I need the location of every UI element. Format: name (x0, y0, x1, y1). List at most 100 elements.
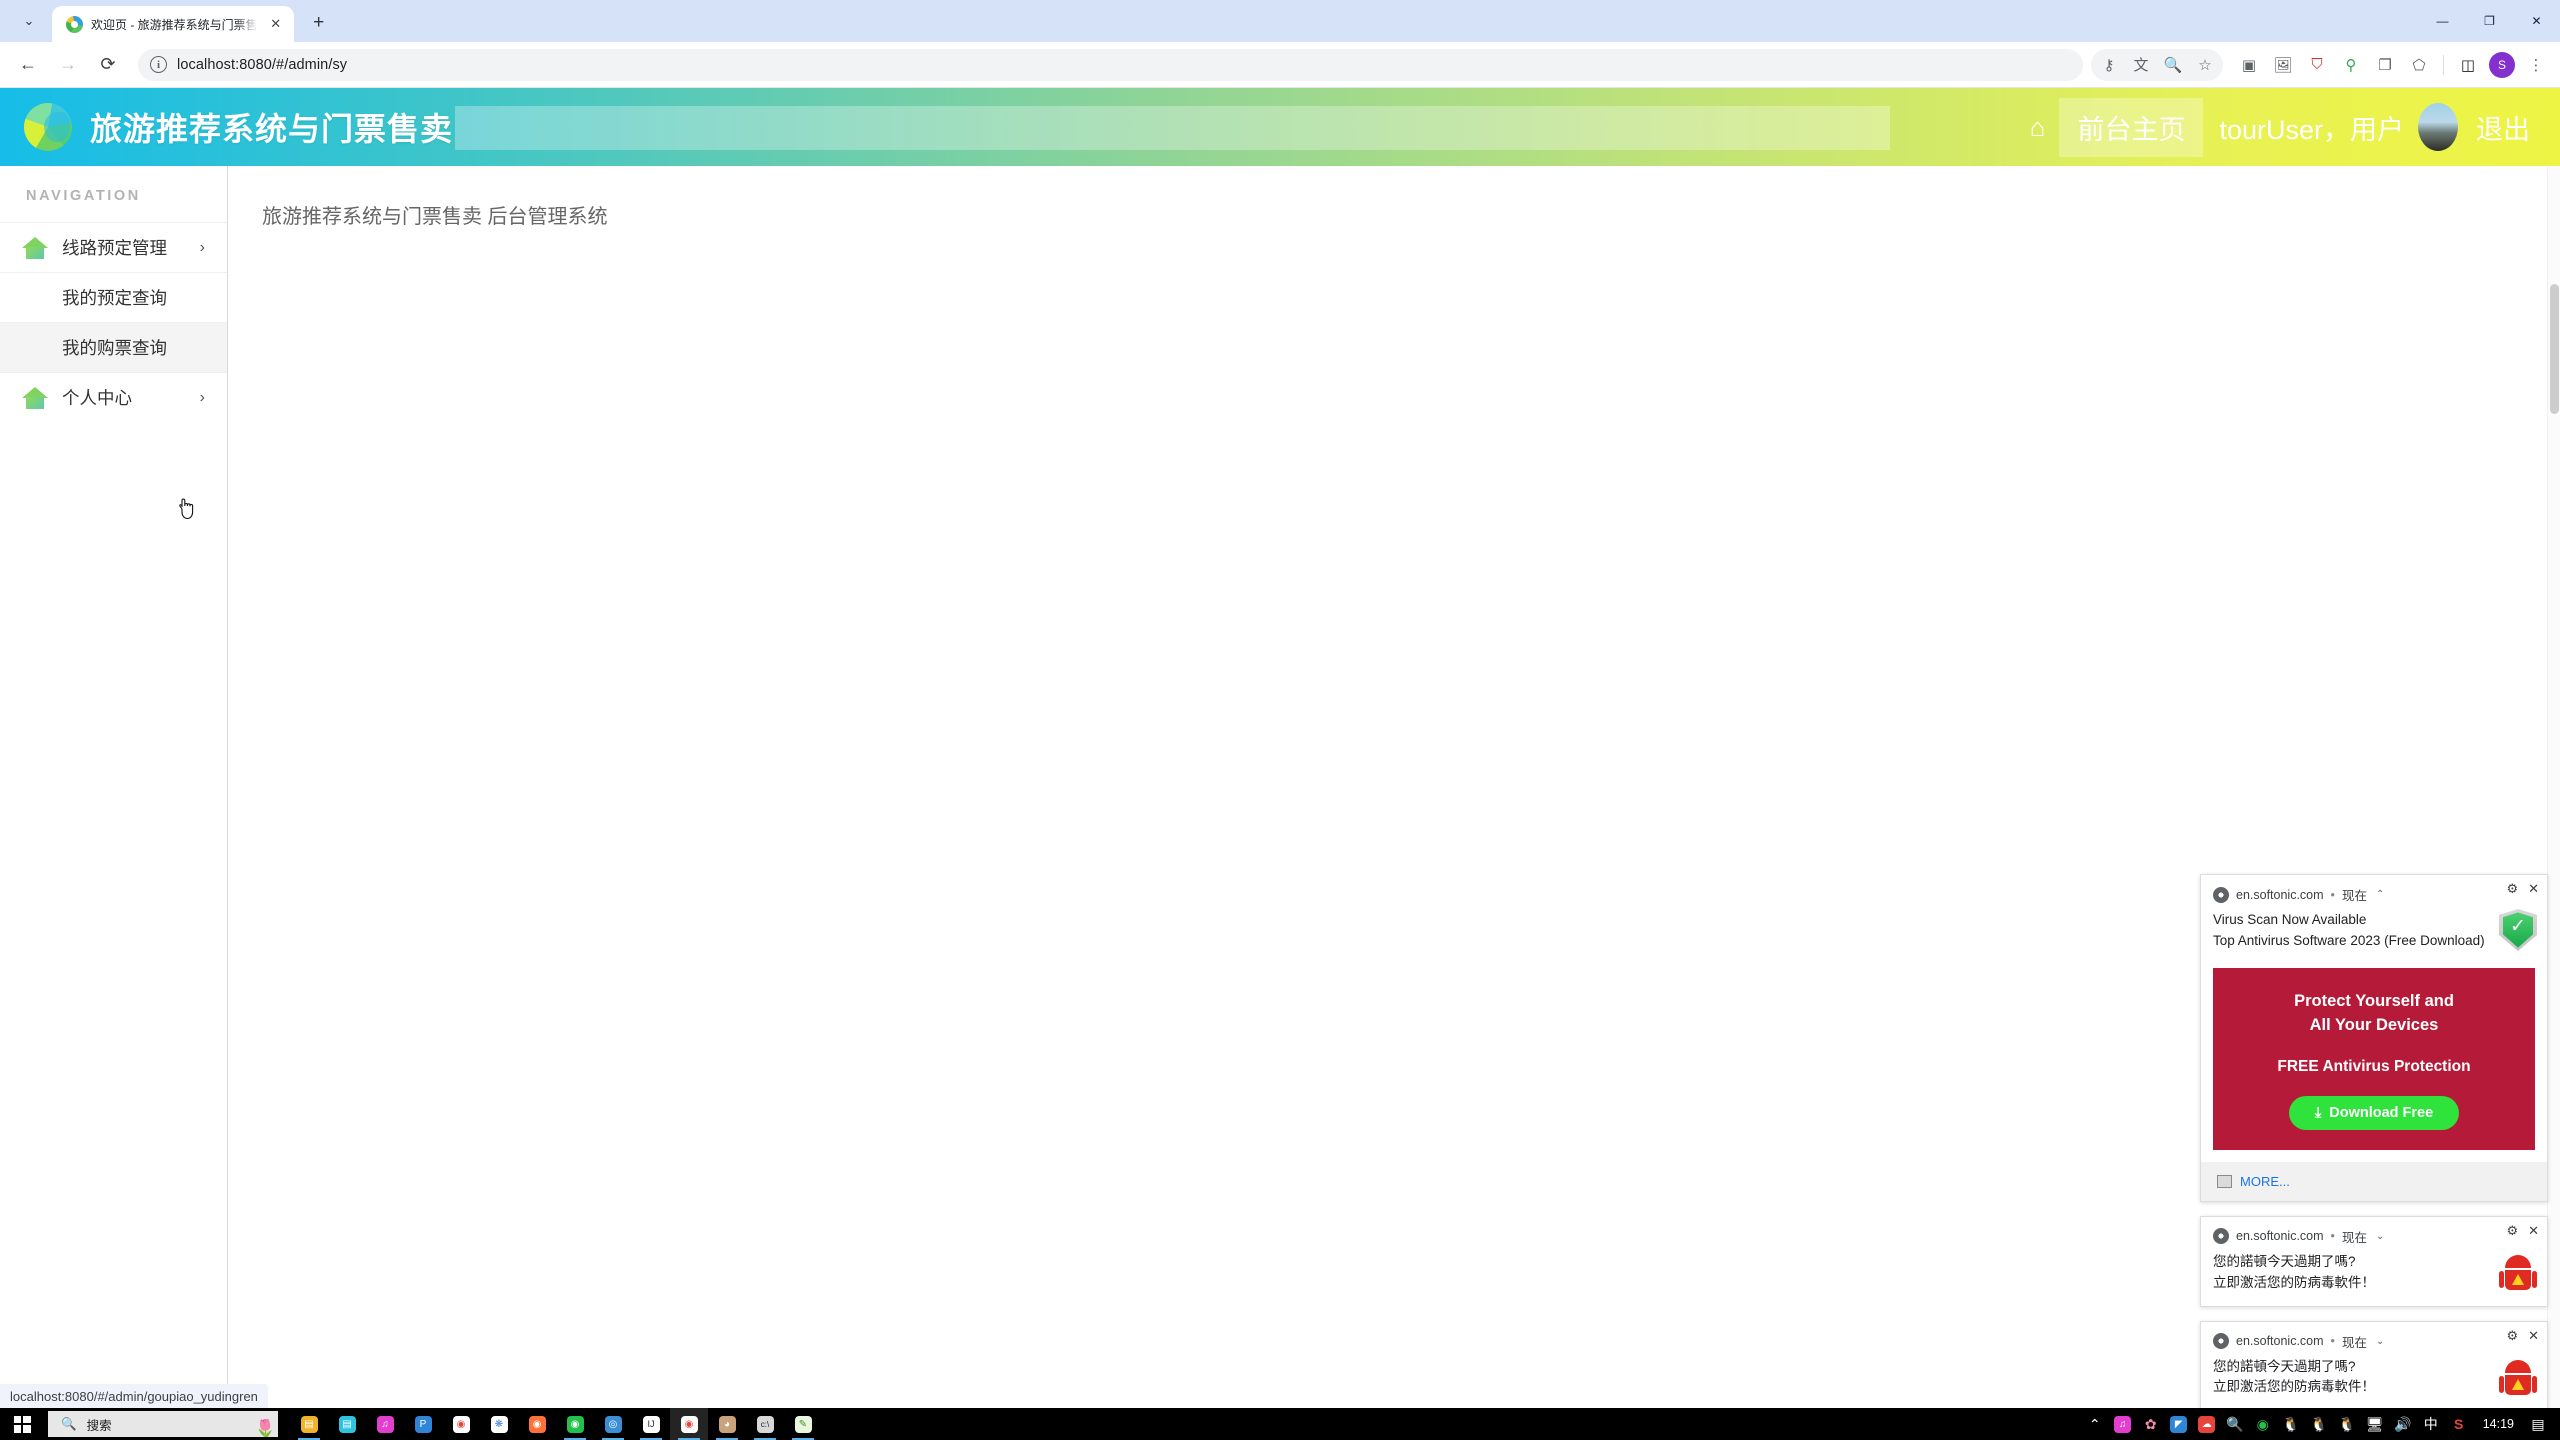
taskbar-clock[interactable]: 14:19 (2473, 1417, 2524, 1431)
chrome-active-icon[interactable]: ◉ (670, 1408, 708, 1440)
new-tab-button[interactable]: + (302, 6, 336, 40)
netease-music-icon[interactable]: ♫ (366, 1408, 404, 1440)
more-link[interactable]: MORE... (2240, 1174, 2290, 1189)
translate-icon[interactable]: 文 (2125, 49, 2157, 81)
gear-icon[interactable]: ⚙ (2506, 881, 2518, 897)
notification-center-icon[interactable]: ▤ (2524, 1408, 2552, 1440)
teambition-tray-icon[interactable]: ◤ (2165, 1408, 2193, 1440)
notification-more-row[interactable]: MORE... (2201, 1161, 2547, 1201)
sogou-tray-icon[interactable]: S (2445, 1408, 2473, 1440)
start-button[interactable] (0, 1408, 44, 1440)
maximize-button[interactable]: ❐ (2466, 0, 2513, 42)
search-tray-icon[interactable]: 🔍 (2221, 1408, 2249, 1440)
gear-icon[interactable]: ⚙ (2506, 1328, 2518, 1344)
qq-tray-icon-1[interactable]: 🐧 (2277, 1408, 2305, 1440)
qq-tray-icon-2[interactable]: 🐧 (2305, 1408, 2333, 1440)
notification-time: 现在 (2341, 1335, 2367, 1350)
profile-avatar[interactable]: S (2486, 49, 2518, 81)
white-app-icon[interactable]: ❋ (480, 1408, 518, 1440)
password-key-icon[interactable]: ⚷ (2093, 49, 2125, 81)
gear-icon[interactable]: ⚙ (2506, 1223, 2518, 1239)
toolbox-app-icon[interactable]: ▤ (328, 1408, 366, 1440)
notepad-icon[interactable]: ✎ (784, 1408, 822, 1440)
sidebar-item-route-booking[interactable]: 线路预定管理 › (0, 222, 227, 272)
qq-tray-icon-3[interactable]: 🐧 (2333, 1408, 2361, 1440)
adblock-shield-icon[interactable]: ⛉ (2301, 49, 2333, 81)
tab-title: 欢迎页 - 旅游推荐系统与门票售 (91, 17, 258, 32)
tab-search-chevron-icon[interactable]: ⌄ (6, 4, 52, 38)
address-bar[interactable]: i localhost:8080/#/admin/sy (138, 48, 2083, 81)
notification-card[interactable]: en.softonic.com • 现在 ⌃ ⚙ ✕ Virus Scan No… (2200, 874, 2548, 1202)
network-tray-icon[interactable]: 🖥 (2361, 1408, 2389, 1440)
ime-chinese-icon[interactable]: 中 (2417, 1408, 2445, 1440)
close-icon[interactable]: ✕ (2528, 1223, 2539, 1239)
cloud-tray-icon[interactable]: ☁ (2193, 1408, 2221, 1440)
notification-promo-banner[interactable]: Protect Yourself and All Your Devices FR… (2213, 967, 2535, 1150)
close-icon[interactable]: ✕ (2528, 1328, 2539, 1344)
browser-tab[interactable]: 欢迎页 - 旅游推荐系统与门票售 ✕ (52, 6, 294, 42)
wechat-tray-icon[interactable]: ◉ (2249, 1408, 2277, 1440)
image-extension-icon[interactable]: 🖼 (2267, 49, 2299, 81)
volume-tray-icon[interactable]: 🔊 (2389, 1408, 2417, 1440)
bookmark-star-icon[interactable]: ☆ (2189, 49, 2221, 81)
logout-button[interactable]: 退出 (2476, 108, 2530, 147)
home-icon (22, 386, 48, 409)
side-panel-icon[interactable]: ◫ (2452, 49, 2484, 81)
chevron-right-icon: › (199, 388, 205, 406)
cmd-terminal-icon[interactable]: c:\ (746, 1408, 784, 1440)
tray-expand-icon[interactable]: ⌃ (2081, 1408, 2109, 1440)
back-button[interactable]: ← (10, 47, 46, 83)
scrollbar-thumb[interactable] (2550, 284, 2559, 414)
wechat-icon[interactable]: ◉ (556, 1408, 594, 1440)
chevron-up-icon[interactable]: ⌃ (2376, 889, 2384, 900)
zoom-icon[interactable]: 🔍 (2157, 49, 2189, 81)
notification-card[interactable]: en.softonic.com • 现在 ⌄ ⚙ ✕ 您的諾頓今天過期了嗎? 立… (2200, 1320, 2548, 1412)
notification-separator: • (2330, 887, 2335, 902)
sidebar-item-label: 线路预定管理 (62, 238, 167, 258)
chevron-down-icon[interactable]: ⌄ (2376, 1231, 2384, 1242)
chrome-menu-icon[interactable]: ⋮ (2520, 49, 2552, 81)
minimize-button[interactable]: — (2419, 0, 2466, 42)
header-home-icon[interactable]: ⌂ (2016, 112, 2060, 143)
android-warning-icon (2499, 1356, 2537, 1398)
download-free-label: Download Free (2329, 1104, 2434, 1121)
chevron-down-icon[interactable]: ⌄ (2376, 1336, 2384, 1347)
pdf-app-icon[interactable]: P (404, 1408, 442, 1440)
taskbar-search-input[interactable]: 🔍 搜索 🌷 (48, 1411, 278, 1437)
close-window-button[interactable]: ✕ (2513, 0, 2560, 42)
notification-controls: ⚙ ✕ (2506, 1223, 2539, 1239)
firefox-icon[interactable]: ◉ (518, 1408, 556, 1440)
notification-card[interactable]: en.softonic.com • 现在 ⌄ ⚙ ✕ 您的諾頓今天過期了嗎? 立… (2200, 1215, 2548, 1307)
user-avatar[interactable] (2418, 103, 2458, 151)
page-scrollbar[interactable] (2547, 166, 2560, 1440)
music-app-icon[interactable]: ◎ (594, 1408, 632, 1440)
screenshot-camera-icon[interactable]: ▣ (2233, 49, 2265, 81)
file-explorer-icon[interactable]: ▤ (290, 1408, 328, 1440)
app-title: 旅游推荐系统与门票售卖 (90, 111, 454, 147)
close-icon[interactable]: ✕ (2528, 881, 2539, 897)
notification-controls: ⚙ ✕ (2506, 881, 2539, 897)
chrome-icon[interactable]: ◉ (442, 1408, 480, 1440)
notification-body: 您的諾頓今天過期了嗎? 立即激活您的防病毒軟件！ (2201, 1250, 2547, 1306)
intellij-idea-icon[interactable]: IJ (632, 1408, 670, 1440)
netease-tray-icon[interactable]: ♫ (2109, 1408, 2137, 1440)
tab-close-icon[interactable]: ✕ (266, 14, 286, 34)
location-pin-icon[interactable]: ⚲ (2335, 49, 2367, 81)
reload-button[interactable]: ⟳ (90, 47, 126, 83)
front-page-button[interactable]: 前台主页 (2059, 97, 2204, 157)
notification-body: 您的諾頓今天過期了嗎? 立即激活您的防病毒軟件！ (2201, 1355, 2547, 1411)
sidebar-item-my-tickets[interactable]: 我的购票查询 (0, 322, 227, 372)
puzzle-extensions-icon[interactable]: ⬠ (2403, 49, 2435, 81)
forward-button[interactable]: → (50, 47, 86, 83)
download-icon: ⤓ (2314, 1104, 2322, 1121)
download-free-button[interactable]: ⤓ Download Free (2289, 1095, 2459, 1130)
sidebar-item-personal-center[interactable]: 个人中心 › (0, 372, 227, 422)
toolbar-divider (2443, 54, 2444, 75)
sakura-tray-icon[interactable]: ✿ (2137, 1408, 2165, 1440)
browser-app-icon[interactable]: ◕ (708, 1408, 746, 1440)
sidebar-item-my-bookings[interactable]: 我的预定查询 (0, 272, 227, 322)
clipboard-copy-icon[interactable]: ❐ (2369, 49, 2401, 81)
app-header: 旅游推荐系统与门票售卖 ⌂ 前台主页 tourUser，用户 退出 (0, 88, 2560, 166)
window-controls: — ❐ ✕ (2419, 0, 2560, 42)
site-info-icon[interactable]: i (150, 56, 167, 73)
